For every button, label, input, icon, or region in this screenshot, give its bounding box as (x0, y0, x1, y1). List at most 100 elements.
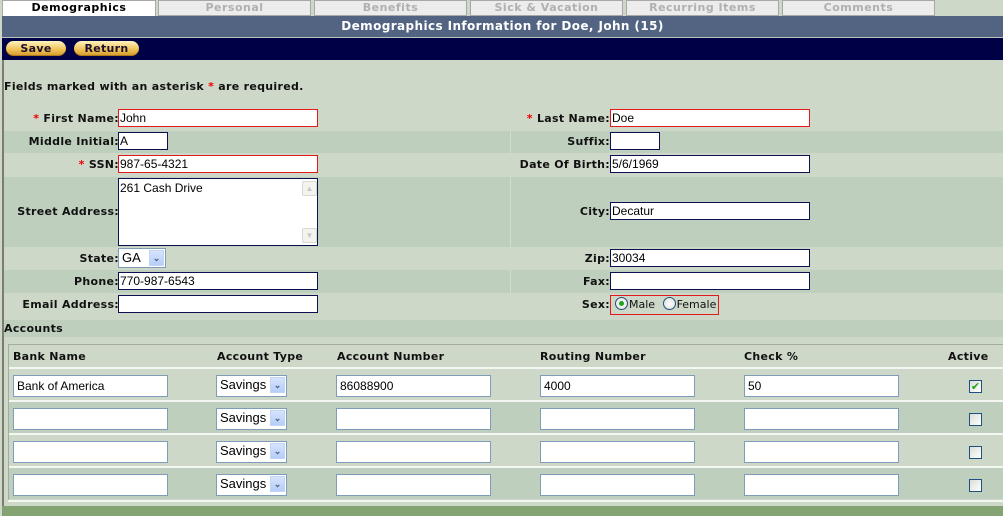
column-header-account-number: Account Number (337, 350, 445, 363)
checkmark-icon: ✔ (970, 380, 981, 393)
bank-name-input[interactable] (13, 474, 168, 496)
tab-comments[interactable]: Comments (782, 0, 935, 16)
active-checkbox[interactable] (969, 446, 982, 459)
form-row-middle-suffix: Middle Initial: A Suffix: (4, 131, 1003, 153)
last-name-field[interactable]: Doe (610, 109, 810, 127)
return-button[interactable]: Return (74, 41, 139, 56)
middle-initial-field[interactable]: A (118, 132, 168, 150)
active-checkbox[interactable] (969, 413, 982, 426)
account-type-select[interactable]: Savings ⌄ (216, 408, 287, 430)
scroll-up-icon[interactable]: ▲ (302, 181, 317, 196)
sex-male-radio[interactable] (615, 297, 628, 310)
first-name-field[interactable]: John (118, 109, 318, 127)
check-pct-input[interactable] (744, 474, 899, 496)
state-value: GA (122, 250, 141, 265)
account-type-select[interactable]: Savings ⌄ (216, 441, 287, 463)
sex-female-radio[interactable] (662, 297, 676, 310)
sex-label: Sex: (581, 298, 610, 311)
tab-demographics[interactable]: Demographics (2, 0, 156, 16)
column-header-account-type: Account Type (217, 350, 304, 363)
street-address-value: 261 Cash Drive (120, 181, 203, 195)
routing-number-input[interactable]: 4000 (540, 375, 695, 397)
email-label: Email Address: (22, 298, 119, 311)
form-row-state-zip: State: GA ⌄ Zip: 30034 (4, 247, 1003, 270)
routing-number-input[interactable] (540, 474, 695, 496)
chevron-down-icon[interactable]: ⌄ (270, 377, 285, 393)
toolbar: Save Return (2, 38, 1003, 60)
account-number-input[interactable] (336, 408, 491, 430)
required-note-suffix: are required. (218, 80, 304, 93)
street-address-label: Street Address: (17, 205, 119, 218)
check-pct-input[interactable]: 50 (744, 375, 899, 397)
last-name-label: * Last Name: (526, 112, 610, 125)
dob-field[interactable]: 5/6/1969 (610, 155, 810, 173)
account-type-select[interactable]: Savings ⌄ (216, 375, 287, 397)
required-note: Fields marked with an asterisk * are req… (4, 80, 304, 93)
form-row-email-sex: Email Address: Sex: Male Female (4, 293, 1003, 317)
dob-label: Date Of Birth: (519, 158, 610, 171)
form-row-ssn-dob: * SSN: 987-65-4321 Date Of Birth: 5/6/19… (4, 153, 1003, 177)
table-row: Savings ⌄ (9, 466, 1003, 499)
zip-label: Zip: (584, 252, 610, 265)
page-title: Demographics Information for Doe, John (… (2, 16, 1003, 38)
save-button[interactable]: Save (6, 41, 66, 56)
tab-sick-vacation[interactable]: Sick & Vacation (470, 0, 623, 16)
accounts-table: Bank Name Account Type Account Number Ro… (8, 344, 1003, 500)
scroll-down-icon[interactable]: ▼ (302, 228, 317, 243)
account-number-input[interactable]: 86088900 (336, 375, 491, 397)
bank-name-input[interactable] (13, 408, 168, 430)
tab-bar: Demographics Personal Benefits Sick & Va… (0, 0, 1003, 16)
street-address-textarea[interactable]: 261 Cash Drive ▲ ▼ (118, 178, 318, 246)
sex-male-label[interactable]: Male (629, 298, 655, 311)
account-type-select[interactable]: Savings ⌄ (216, 474, 287, 496)
bank-name-input[interactable]: Bank of America (13, 375, 168, 397)
required-asterisk: * (208, 80, 215, 93)
check-pct-input[interactable] (744, 441, 899, 463)
tab-recurring-items[interactable]: Recurring Items (626, 0, 779, 16)
account-number-input[interactable] (336, 441, 491, 463)
chevron-down-icon[interactable]: ⌄ (270, 410, 285, 426)
footer-bar (2, 506, 1003, 516)
table-bottom-divider (8, 500, 1003, 502)
first-name-label: * First Name: (33, 112, 119, 125)
form-row-address-city: Street Address: 261 Cash Drive ▲ ▼ City:… (4, 177, 1003, 247)
tab-personal[interactable]: Personal (158, 0, 311, 16)
column-header-check-pct: Check % (744, 350, 799, 363)
required-note-prefix: Fields marked with an asterisk (4, 80, 204, 93)
check-pct-input[interactable] (744, 408, 899, 430)
active-checkbox[interactable] (969, 479, 982, 492)
column-header-active: Active (948, 350, 989, 363)
chevron-down-icon[interactable]: ⌄ (149, 250, 164, 266)
email-field[interactable] (118, 295, 318, 313)
phone-field[interactable]: 770-987-6543 (118, 272, 318, 290)
chevron-down-icon[interactable]: ⌄ (270, 476, 285, 492)
ssn-field[interactable]: 987-65-4321 (118, 155, 318, 173)
suffix-field[interactable] (610, 132, 660, 150)
fax-field[interactable] (610, 272, 810, 290)
routing-number-input[interactable] (540, 441, 695, 463)
city-field[interactable]: Decatur (610, 202, 810, 220)
sex-radio-group: Male Female (610, 295, 719, 315)
accounts-header-bar (4, 320, 1003, 337)
active-checkbox[interactable]: ✔ (969, 380, 982, 393)
accounts-section-title: Accounts (4, 322, 63, 335)
routing-number-input[interactable] (540, 408, 695, 430)
chevron-down-icon[interactable]: ⌄ (270, 443, 285, 459)
column-header-bank-name: Bank Name (13, 350, 87, 363)
form-row-phone-fax: Phone: 770-987-6543 Fax: (4, 270, 1003, 293)
state-select[interactable]: GA ⌄ (118, 248, 166, 268)
ssn-label: * SSN: (78, 158, 119, 171)
table-row: Savings ⌄ (9, 400, 1003, 433)
textarea-scrollbar[interactable]: ▲ ▼ (302, 180, 317, 244)
column-header-routing-number: Routing Number (540, 350, 646, 363)
zip-field[interactable]: 30034 (610, 249, 810, 267)
state-label: State: (79, 252, 119, 265)
sex-female-label[interactable]: Female (677, 298, 717, 311)
table-row: Savings ⌄ (9, 433, 1003, 466)
table-row: Bank of America Savings ⌄ 86088900 4000 5… (9, 367, 1003, 400)
tab-benefits[interactable]: Benefits (314, 0, 467, 16)
city-label: City: (579, 205, 610, 218)
account-number-input[interactable] (336, 474, 491, 496)
bank-name-input[interactable] (13, 441, 168, 463)
middle-initial-label: Middle Initial: (28, 135, 119, 148)
